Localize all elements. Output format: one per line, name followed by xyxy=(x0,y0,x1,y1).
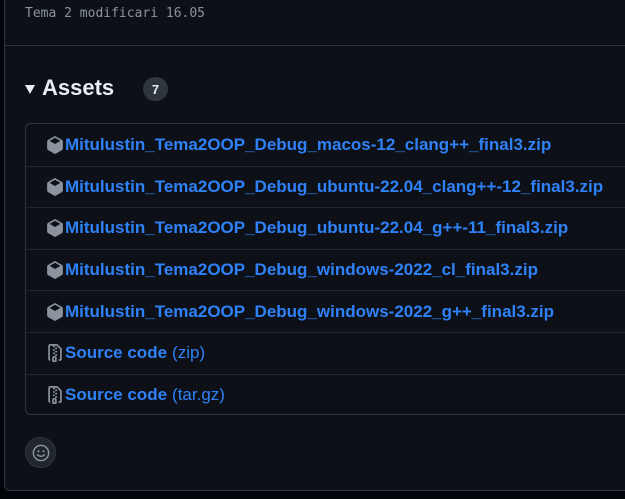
asset-row: Mitulustin_Tema2OOP_Debug_macos-12_clang… xyxy=(26,124,625,166)
smiley-icon xyxy=(32,444,49,461)
assets-title: Assets xyxy=(42,75,115,100)
asset-row: Source code (zip) xyxy=(26,331,625,374)
file-zip-icon xyxy=(48,344,62,363)
asset-row: Mitulustin_Tema2OOP_Debug_ubuntu-22.04_c… xyxy=(26,165,625,208)
source-code-zip-link[interactable]: Source code xyxy=(65,343,167,363)
asset-row: Mitulustin_Tema2OOP_Debug_windows-2022_g… xyxy=(26,290,625,332)
asset-row: Source code (tar.gz) xyxy=(26,373,625,414)
package-icon xyxy=(47,219,63,238)
asset-list: Mitulustin_Tema2OOP_Debug_macos-12_clang… xyxy=(25,123,625,415)
asset-link[interactable]: Mitulustin_Tema2OOP_Debug_ubuntu-22.04_g… xyxy=(65,218,568,238)
package-icon xyxy=(47,135,63,154)
asset-link[interactable]: Mitulustin_Tema2OOP_Debug_macos-12_clang… xyxy=(65,135,551,155)
assets-toggle[interactable]: Assets xyxy=(25,72,114,104)
asset-extension: (zip) xyxy=(172,343,206,363)
package-icon xyxy=(47,178,63,196)
asset-link[interactable]: Mitulustin_Tema2OOP_Debug_windows-2022_g… xyxy=(65,302,554,322)
commit-message: Tema 2 modificari 16.05 xyxy=(25,6,206,21)
asset-row: Mitulustin_Tema2OOP_Debug_ubuntu-22.04_g… xyxy=(26,207,625,249)
asset-link[interactable]: Mitulustin_Tema2OOP_Debug_ubuntu-22.04_c… xyxy=(65,177,603,197)
source-code-targz-link[interactable]: Source code xyxy=(65,385,167,405)
package-icon xyxy=(47,261,63,279)
divider xyxy=(5,45,625,46)
triangle-down-icon xyxy=(25,84,35,94)
package-icon xyxy=(47,302,63,321)
assets-count-badge: 7 xyxy=(143,77,168,101)
file-zip-icon xyxy=(48,385,62,404)
add-reaction-button[interactable] xyxy=(25,437,56,468)
asset-extension: (tar.gz) xyxy=(172,384,225,404)
asset-row: Mitulustin_Tema2OOP_Debug_windows-2022_c… xyxy=(26,248,625,291)
asset-link[interactable]: Mitulustin_Tema2OOP_Debug_windows-2022_c… xyxy=(65,260,538,280)
